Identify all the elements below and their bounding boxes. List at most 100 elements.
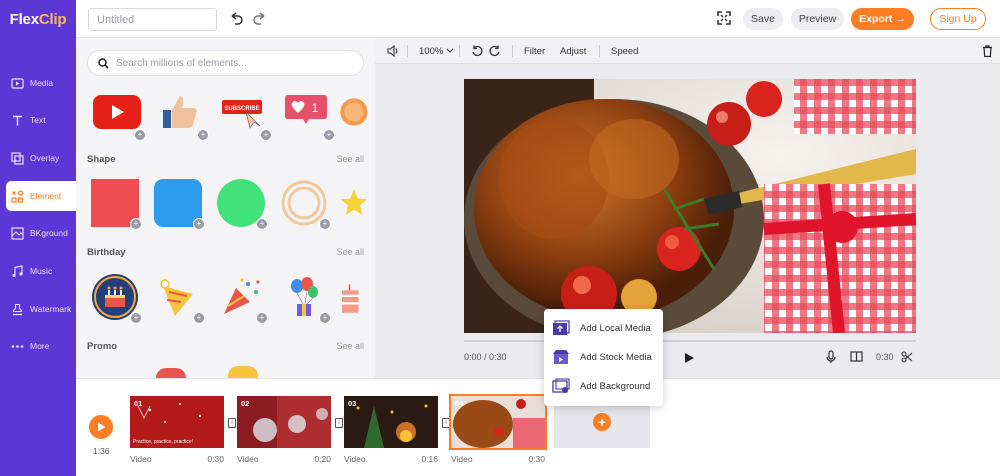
sidebar-item-background[interactable]: BKground	[0, 218, 76, 248]
sidebar-item-element[interactable]: Element	[6, 181, 76, 211]
zoom-select[interactable]: 100%	[419, 38, 454, 64]
editor-area: 100% Filter Adjust Speed 0:00 / 0:30 0:3…	[375, 38, 1000, 378]
promo-element-partial[interactable]	[228, 366, 258, 378]
add-element-icon[interactable]: +	[134, 129, 146, 141]
fullscreen-icon[interactable]	[717, 11, 731, 25]
background-add-icon	[552, 378, 570, 393]
play-icon	[97, 422, 105, 432]
timeline-clip-1[interactable]: 01 Practice, practice, practice!	[130, 396, 224, 448]
sidebar-item-label: Overlay	[30, 153, 60, 163]
element-party-popper[interactable]: +	[216, 272, 268, 324]
transition-button[interactable]: i	[442, 418, 450, 428]
sidebar-item-more[interactable]: More	[0, 331, 76, 361]
playback-progress-bar[interactable]	[464, 340, 916, 342]
add-element-icon[interactable]: +	[256, 218, 268, 230]
sign-up-button[interactable]: Sign Up	[930, 8, 986, 30]
subscribe-button-icon: SUBSCRIBE	[222, 100, 262, 129]
rotate-right-button[interactable]	[489, 38, 501, 64]
add-element-icon[interactable]: +	[323, 129, 335, 141]
add-element-icon[interactable]: +	[256, 312, 268, 324]
add-element-icon[interactable]: +	[197, 129, 209, 141]
add-local-media-item[interactable]: Add Local Media	[552, 315, 657, 341]
element-blue-rounded-square[interactable]: +	[153, 178, 205, 230]
delete-button[interactable]	[982, 38, 993, 64]
popup-item-label: Add Background	[580, 380, 651, 392]
redo-icon[interactable]	[252, 10, 268, 26]
volume-button[interactable]	[387, 38, 399, 64]
transition-button[interactable]: i	[228, 418, 236, 428]
speed-button[interactable]: Speed	[611, 38, 638, 64]
thumbs-up-icon	[163, 96, 197, 128]
split-button[interactable]	[901, 350, 913, 368]
add-element-icon[interactable]: +	[319, 218, 331, 230]
element-subscribe[interactable]: SUBSCRIBE +	[216, 85, 272, 141]
element-cake-slice[interactable]	[339, 272, 369, 322]
add-element-icon[interactable]: +	[130, 312, 142, 324]
promo-element-partial[interactable]	[156, 368, 186, 378]
element-youtube-play[interactable]: +	[90, 85, 146, 141]
logo[interactable]: FlexClip	[0, 0, 76, 38]
undo-icon[interactable]	[228, 10, 244, 26]
search-input[interactable]	[116, 57, 346, 69]
add-element-icon[interactable]: +	[130, 218, 142, 230]
sidebar-item-label: Media	[30, 78, 54, 88]
transition-button[interactable]: i	[335, 418, 343, 428]
timeline: 1:36 01 Practice, practice, practice! Vi…	[76, 378, 1000, 476]
element-red-square[interactable]: +	[90, 178, 142, 230]
save-button[interactable]: Save	[743, 8, 783, 30]
like-notification-icon: 1	[285, 95, 327, 124]
add-element-icon[interactable]: +	[193, 218, 205, 230]
sidebar-item-label: BKground	[30, 228, 68, 238]
rotate-right-icon	[489, 45, 500, 57]
clip-type-label: Video	[451, 454, 473, 464]
sidebar-item-text[interactable]: Text	[0, 105, 76, 135]
toolbar-divider	[459, 45, 460, 57]
clip-number: 03	[348, 399, 357, 408]
subtitle-icon	[850, 351, 863, 362]
element-like-notification[interactable]: 1 +	[279, 85, 335, 141]
search-icon	[98, 57, 109, 69]
add-element-icon[interactable]: +	[193, 312, 205, 324]
video-preview-canvas[interactable]	[464, 79, 916, 333]
rotate-left-button[interactable]	[471, 38, 483, 64]
project-title-input[interactable]	[88, 8, 217, 31]
sidebar-item-music[interactable]: Music	[0, 256, 76, 286]
record-voice-button[interactable]	[826, 350, 836, 369]
element-star[interactable]	[339, 178, 369, 228]
element-birthday-cake[interactable]: +	[90, 272, 142, 324]
timeline-clip-3[interactable]: 03	[344, 396, 438, 448]
export-button[interactable]: Export →	[851, 8, 914, 30]
sidebar-item-overlay[interactable]: Overlay	[0, 143, 76, 173]
element-party-hat[interactable]: +	[153, 272, 205, 324]
preview-button[interactable]: Preview	[791, 8, 844, 30]
timeline-play-button[interactable]	[89, 415, 113, 439]
background-icon	[11, 226, 24, 240]
element-balloons-gift[interactable]: +	[279, 272, 331, 324]
add-element-icon[interactable]: +	[260, 129, 272, 141]
element-green-circle[interactable]: +	[216, 178, 268, 230]
clip-caption: Practice, practice, practice!	[133, 439, 194, 445]
sidebar-item-media[interactable]: Media	[0, 68, 76, 98]
play-button[interactable]	[684, 351, 695, 369]
toolbar-divider	[407, 45, 408, 57]
more-icon	[11, 340, 24, 353]
add-element-icon[interactable]: +	[319, 312, 331, 324]
clip-duration-label: 0:20	[314, 454, 331, 464]
add-stock-media-item[interactable]: Add Stock Media	[552, 344, 657, 370]
see-all-birthday-link[interactable]: See all	[336, 247, 364, 257]
adjust-button[interactable]: Adjust	[560, 38, 586, 64]
sidebar-item-watermark[interactable]: Watermark	[0, 294, 76, 324]
see-all-shape-link[interactable]: See all	[336, 154, 364, 164]
timeline-clip-4[interactable]: 04	[449, 394, 547, 450]
subtitle-button[interactable]	[850, 350, 863, 368]
volume-icon	[387, 45, 398, 57]
element-ring[interactable]: +	[279, 178, 331, 230]
see-all-promo-link[interactable]: See all	[336, 341, 364, 351]
element-thumbs-up[interactable]: +	[153, 85, 209, 141]
timeline-clip-2[interactable]: 02	[237, 396, 331, 448]
filter-button[interactable]: Filter	[524, 38, 545, 64]
element-orange-circle[interactable]	[339, 85, 369, 139]
fireplace-thumbnail	[344, 396, 438, 448]
clip-number: 01	[134, 399, 143, 408]
add-background-item[interactable]: Add Background	[552, 373, 657, 399]
